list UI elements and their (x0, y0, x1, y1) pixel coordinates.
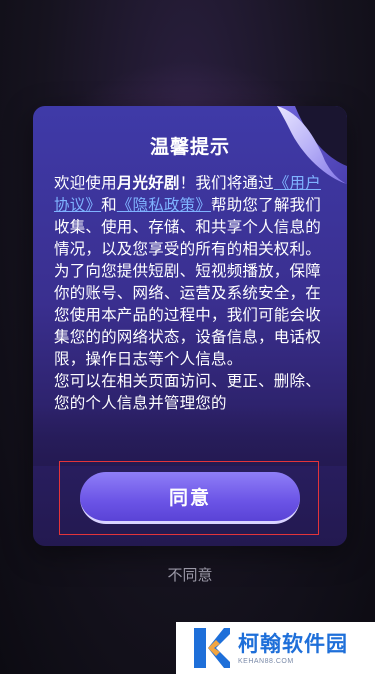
watermark: 柯翰软件园 KEHAN88.COM (176, 622, 375, 674)
and-text: 和 (101, 196, 117, 214)
intro-paragraph: 欢迎使用月光好剧！我们将通过《用户协议》和《隐私政策》帮助您了解我们收集、使用、… (54, 172, 327, 260)
privacy-policy-link[interactable]: 《隐私政策》 (117, 196, 211, 214)
collection-paragraph: 为了向您提供短剧、短视频播放，保障你的账号、网络、运营及系统安全，在您使用本产品… (54, 262, 321, 368)
agree-button[interactable]: 同意 (80, 472, 300, 524)
intro-suffix: ！我们将通过 (179, 174, 274, 192)
watermark-text: 柯翰软件园 KEHAN88.COM (238, 631, 348, 666)
intro-prefix: 欢迎使用 (54, 174, 117, 192)
watermark-name: 柯翰软件园 (238, 631, 348, 656)
watermark-domain: KEHAN88.COM (238, 657, 294, 665)
app-name: 月光好剧 (116, 174, 180, 192)
dialog-title: 温馨提示 (149, 136, 230, 158)
dialog-body-text: 欢迎使用月光好剧！我们将通过《用户协议》和《隐私政策》帮助您了解我们收集、使用、… (54, 172, 327, 459)
disagree-button[interactable]: 不同意 (140, 562, 240, 588)
kehan-logo-icon (194, 628, 230, 668)
rights-paragraph: 您可以在相关页面访问、更正、删除、您的个人信息并管理您的 (54, 372, 321, 412)
